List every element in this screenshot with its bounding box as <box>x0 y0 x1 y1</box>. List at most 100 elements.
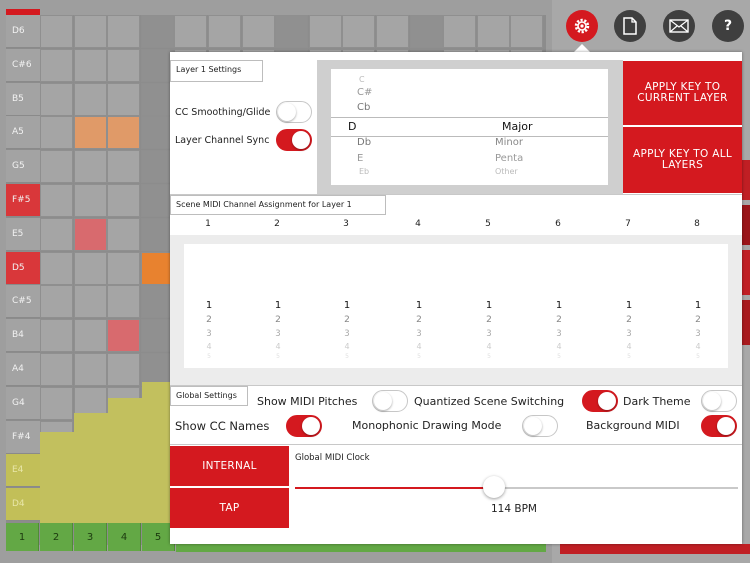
channel-option[interactable]: 5 <box>263 353 293 360</box>
grid-cell[interactable] <box>443 15 477 48</box>
root-option[interactable]: C# <box>357 87 372 98</box>
channel-option[interactable]: 4 <box>614 342 644 351</box>
root-option[interactable]: E <box>357 153 363 164</box>
channel-sync-toggle[interactable] <box>276 129 312 151</box>
channel-option[interactable]: 1 <box>404 300 434 311</box>
grid-cell[interactable] <box>40 184 73 217</box>
scale-option-selected[interactable]: Major <box>502 120 533 133</box>
column-number[interactable]: 3 <box>74 523 107 551</box>
settings-button[interactable] <box>566 10 598 42</box>
grid-cell[interactable] <box>140 48 174 82</box>
channel-option[interactable]: 5 <box>683 353 713 360</box>
grid-cell[interactable] <box>73 15 107 48</box>
channel-option[interactable]: 2 <box>263 315 293 325</box>
grid-cell[interactable] <box>409 15 443 48</box>
channel-option[interactable]: 5 <box>194 353 224 360</box>
grid-cell[interactable] <box>40 386 73 420</box>
grid-cell[interactable] <box>40 48 73 82</box>
channel-option[interactable]: 3 <box>263 329 293 339</box>
scale-option[interactable]: Minor <box>495 137 523 148</box>
quantized-switching-toggle[interactable] <box>582 390 618 412</box>
grid-cell[interactable] <box>40 251 73 285</box>
channel-option[interactable]: 5 <box>332 353 362 360</box>
grid-cell[interactable] <box>107 251 141 285</box>
grid-cell[interactable] <box>40 15 73 48</box>
cc-smoothing-toggle[interactable] <box>276 101 312 123</box>
grid-cell[interactable] <box>476 15 510 48</box>
tap-button[interactable]: TAP <box>170 488 289 528</box>
channel-option[interactable]: 1 <box>194 300 224 311</box>
channel-option[interactable]: 2 <box>404 315 434 325</box>
grid-cell[interactable] <box>40 353 73 386</box>
grid-cell[interactable] <box>241 15 275 48</box>
background-midi-toggle[interactable] <box>701 415 737 437</box>
grid-cell[interactable] <box>376 15 409 48</box>
grid-cell[interactable] <box>140 285 174 319</box>
channel-option[interactable]: 5 <box>474 353 504 360</box>
channel-option[interactable]: 1 <box>683 300 713 311</box>
channel-option[interactable]: 4 <box>332 342 362 351</box>
channel-option[interactable]: 2 <box>614 315 644 325</box>
grid-cell[interactable] <box>107 285 141 319</box>
channel-option[interactable]: 3 <box>404 329 434 339</box>
monophonic-mode-toggle[interactable] <box>522 415 558 437</box>
show-midi-pitches-toggle[interactable] <box>372 390 408 412</box>
document-button[interactable] <box>614 10 646 42</box>
grid-cell[interactable] <box>140 217 174 251</box>
apply-current-layer-button[interactable]: APPLY KEY TO CURRENT LAYER <box>623 61 742 125</box>
grid-cell[interactable] <box>140 251 174 285</box>
cc-bar[interactable] <box>40 432 74 523</box>
grid-cell[interactable] <box>107 116 141 150</box>
grid-cell[interactable] <box>140 150 174 184</box>
channel-option[interactable]: 1 <box>474 300 504 311</box>
channel-option[interactable]: 3 <box>544 329 574 339</box>
column-number[interactable]: 2 <box>40 523 73 551</box>
apply-all-layers-button[interactable]: APPLY KEY TO ALL LAYERS <box>623 127 742 193</box>
grid-cell[interactable] <box>73 48 107 82</box>
grid-cell[interactable] <box>208 15 241 48</box>
channel-option[interactable]: 1 <box>614 300 644 311</box>
grid-cell[interactable] <box>73 150 107 184</box>
channel-option[interactable]: 4 <box>474 342 504 351</box>
channel-option[interactable]: 4 <box>263 342 293 351</box>
root-option[interactable]: Eb <box>359 167 369 176</box>
grid-cell[interactable] <box>107 217 141 251</box>
channel-option[interactable]: 3 <box>614 329 644 339</box>
column-number[interactable]: 1 <box>6 523 39 551</box>
grid-cell[interactable] <box>140 116 174 150</box>
root-option[interactable]: Cb <box>357 102 370 113</box>
grid-cell[interactable] <box>73 184 107 217</box>
root-option[interactable]: C <box>359 75 365 84</box>
grid-cell[interactable] <box>40 217 73 251</box>
grid-cell[interactable] <box>140 15 174 48</box>
grid-cell[interactable] <box>107 48 141 82</box>
cc-bar[interactable] <box>108 398 142 523</box>
grid-cell[interactable] <box>140 184 174 217</box>
column-number[interactable]: 4 <box>108 523 141 551</box>
grid-cell[interactable] <box>73 319 107 353</box>
grid-cell[interactable] <box>107 319 141 353</box>
grid-cell[interactable] <box>140 82 174 116</box>
channel-option[interactable]: 4 <box>404 342 434 351</box>
help-button[interactable]: ? <box>712 10 744 42</box>
grid-cell[interactable] <box>107 184 141 217</box>
key-picker[interactable]: C C# Cb D Db E Eb Major Minor Penta Othe… <box>331 69 608 185</box>
internal-clock-button[interactable]: INTERNAL <box>170 446 289 486</box>
grid-cell[interactable] <box>73 353 107 386</box>
grid-cell[interactable] <box>40 319 73 353</box>
channel-option[interactable]: 3 <box>332 329 362 339</box>
grid-cell[interactable] <box>40 116 73 150</box>
channel-option[interactable]: 2 <box>544 315 574 325</box>
mail-button[interactable] <box>663 10 695 42</box>
grid-cell[interactable] <box>107 150 141 184</box>
grid-cell[interactable] <box>73 217 107 251</box>
channel-option[interactable]: 2 <box>194 315 224 325</box>
channel-option[interactable]: 3 <box>194 329 224 339</box>
channel-option[interactable]: 2 <box>474 315 504 325</box>
grid-cell[interactable] <box>342 15 376 48</box>
scale-option[interactable]: Other <box>495 167 518 176</box>
grid-cell[interactable] <box>174 15 208 48</box>
grid-cell[interactable] <box>40 82 73 116</box>
grid-cell[interactable] <box>107 353 141 386</box>
show-cc-names-toggle[interactable] <box>286 415 322 437</box>
